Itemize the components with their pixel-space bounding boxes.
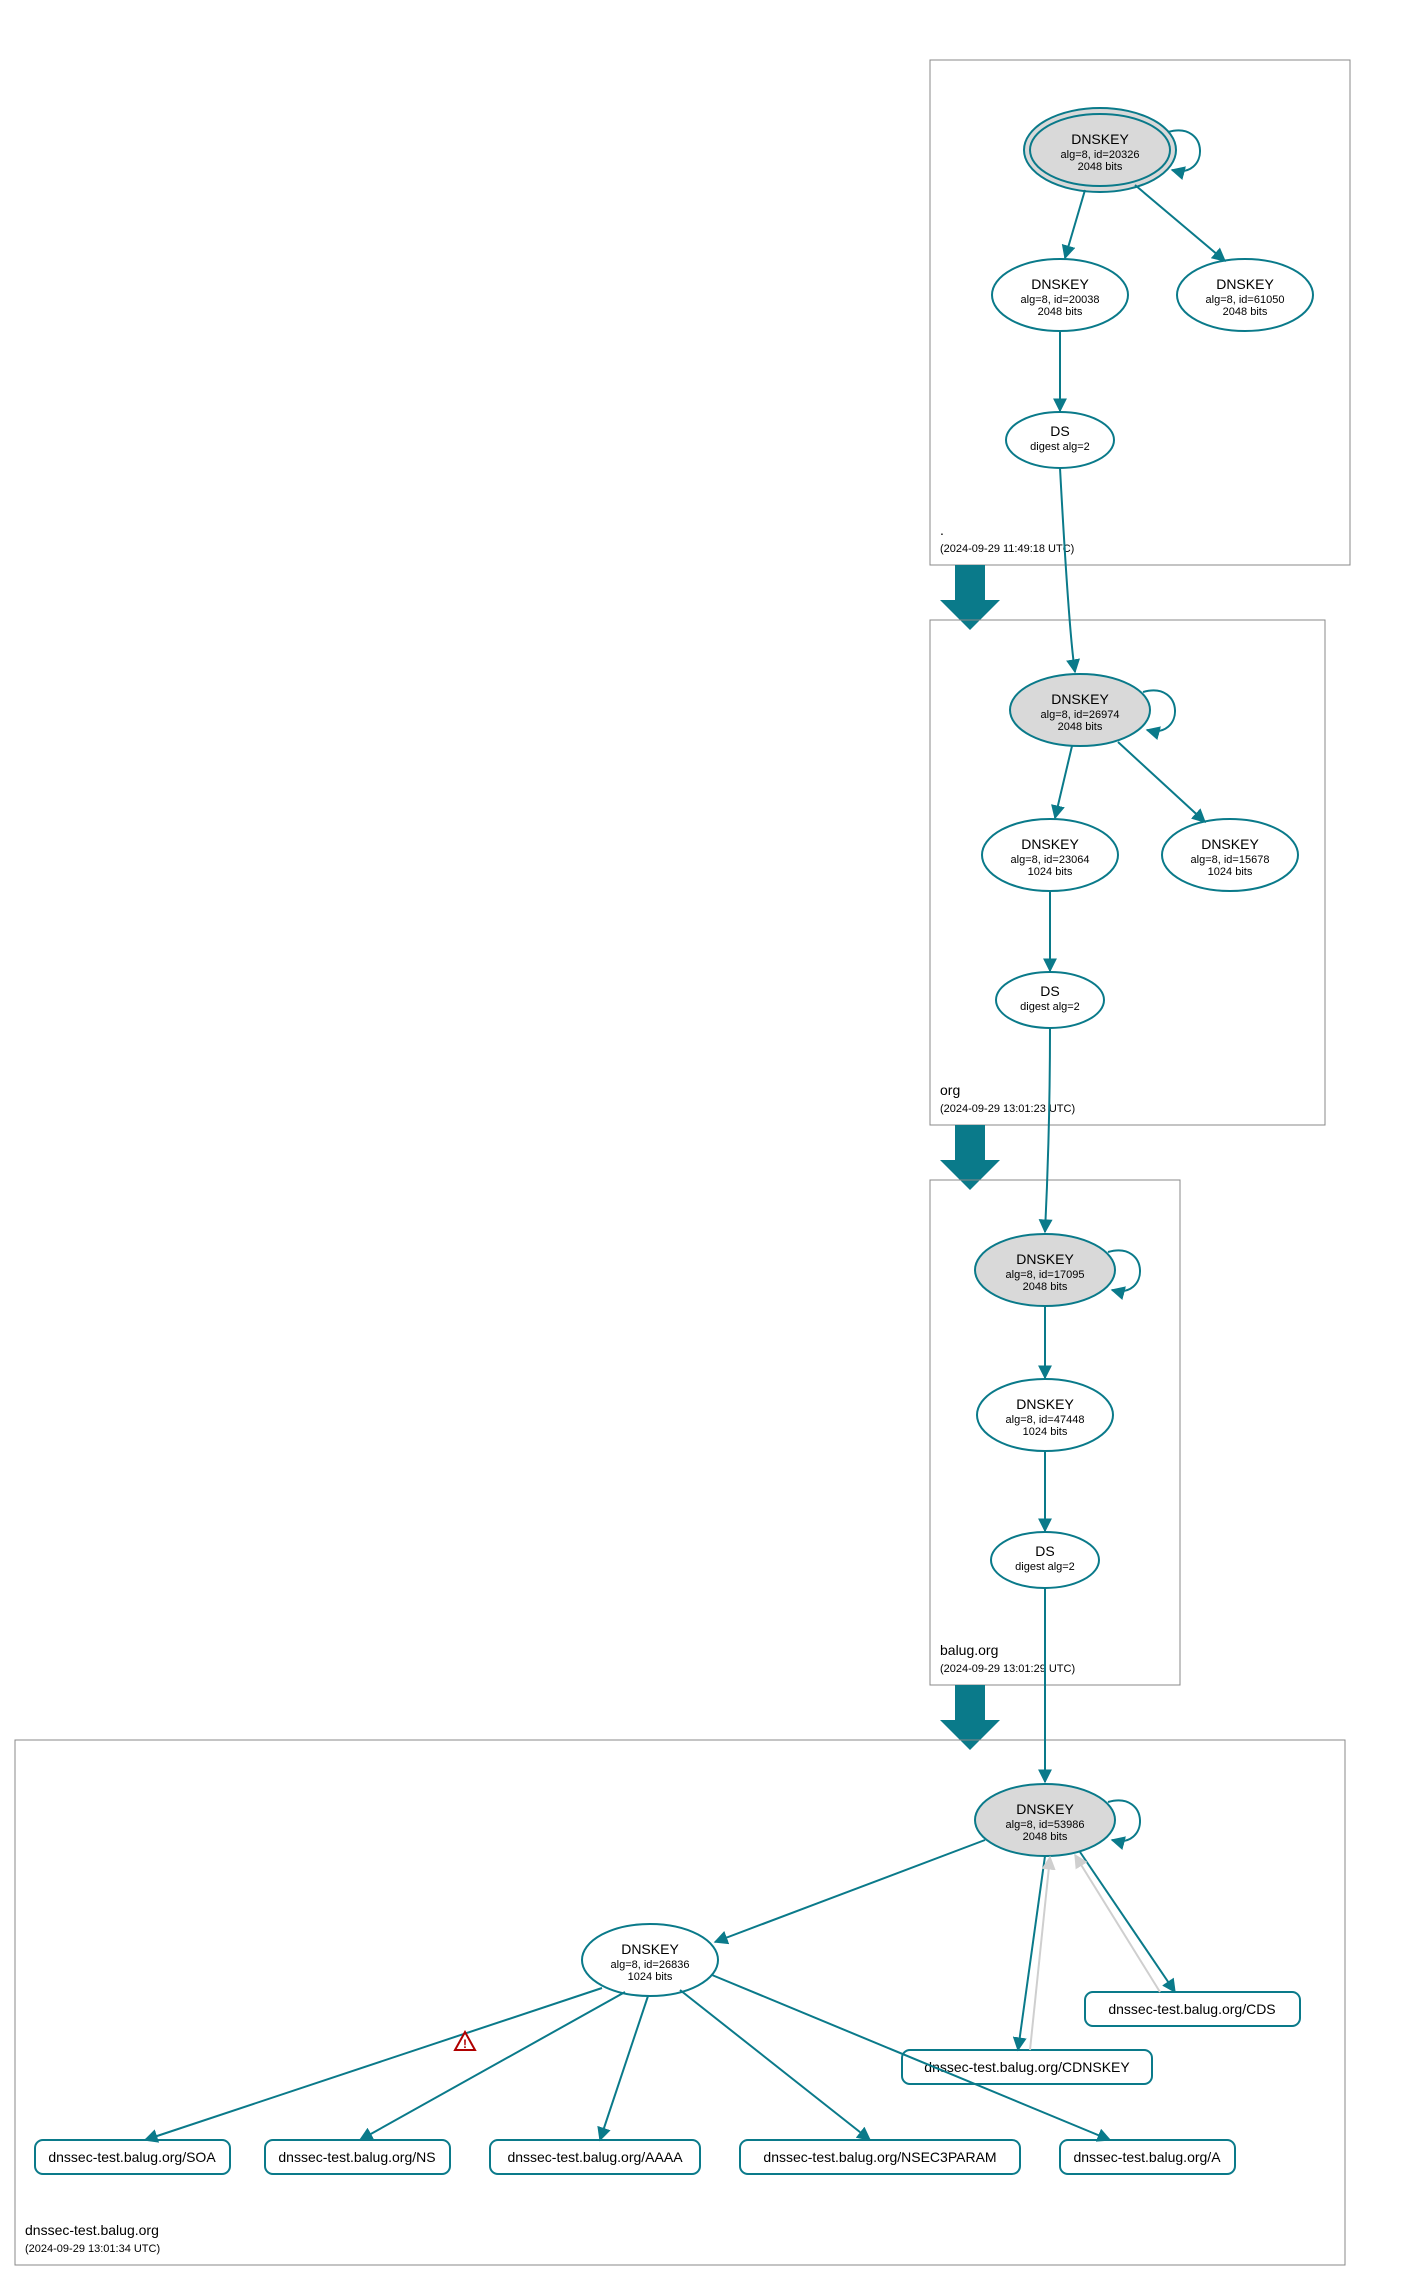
node-org-zsk2[interactable]: DNSKEY alg=8, id=15678 1024 bits (1162, 819, 1298, 891)
node-dt-aaaa[interactable]: dnssec-test.balug.org/AAAA (490, 2140, 700, 2174)
edge-cds-back (1075, 1855, 1160, 1992)
zone-root: . (2024-09-29 11:49:18 UTC) DNSKEY alg=8… (930, 60, 1350, 565)
svg-text:dnssec-test.balug.org/A: dnssec-test.balug.org/A (1073, 2149, 1221, 2165)
svg-text:1024 bits: 1024 bits (1028, 866, 1073, 878)
zone-balug-name: balug.org (940, 1642, 998, 1658)
svg-text:dnssec-test.balug.org/AAAA: dnssec-test.balug.org/AAAA (507, 2149, 683, 2165)
edge-zsk-aaaa (600, 1996, 648, 2140)
zone-root-timestamp: (2024-09-29 11:49:18 UTC) (940, 543, 1074, 555)
node-dt-ksk[interactable]: DNSKEY alg=8, id=53986 2048 bits (975, 1784, 1115, 1856)
edge-zsk-ns (360, 1992, 625, 2140)
svg-text:DNSKEY: DNSKEY (1051, 691, 1109, 707)
edge-orgds-balugksk (1045, 1028, 1050, 1232)
svg-text:alg=8, id=20326: alg=8, id=20326 (1061, 149, 1140, 161)
svg-text:alg=8, id=26836: alg=8, id=26836 (611, 1959, 690, 1971)
node-dt-soa[interactable]: dnssec-test.balug.org/SOA (35, 2140, 230, 2174)
svg-text:dnssec-test.balug.org/NSEC3PAR: dnssec-test.balug.org/NSEC3PARAM (763, 2149, 996, 2165)
node-dt-a[interactable]: dnssec-test.balug.org/A (1060, 2140, 1235, 2174)
svg-text:DNSKEY: DNSKEY (1016, 1251, 1074, 1267)
node-org-ds[interactable]: DS digest alg=2 (996, 972, 1104, 1028)
svg-text:digest alg=2: digest alg=2 (1030, 441, 1090, 453)
svg-text:alg=8, id=20038: alg=8, id=20038 (1021, 294, 1100, 306)
node-balug-ksk[interactable]: DNSKEY alg=8, id=17095 2048 bits (975, 1234, 1115, 1306)
svg-text:2048 bits: 2048 bits (1223, 306, 1268, 318)
svg-text:1024 bits: 1024 bits (1023, 1426, 1068, 1438)
node-root-zsk2[interactable]: DNSKEY alg=8, id=61050 2048 bits (1177, 259, 1313, 331)
svg-text:DNSKEY: DNSKEY (1016, 1801, 1074, 1817)
svg-text:2048 bits: 2048 bits (1078, 161, 1123, 173)
svg-text:DNSKEY: DNSKEY (1021, 836, 1079, 852)
edge-rootksk-zsk2 (1135, 185, 1225, 261)
svg-text:dnssec-test.balug.org/CDNSKEY: dnssec-test.balug.org/CDNSKEY (924, 2059, 1130, 2075)
svg-text:digest alg=2: digest alg=2 (1015, 1561, 1075, 1573)
node-dt-zsk[interactable]: DNSKEY alg=8, id=26836 1024 bits (582, 1924, 718, 1996)
svg-text:2048 bits: 2048 bits (1023, 1831, 1068, 1843)
node-dt-ns[interactable]: dnssec-test.balug.org/NS (265, 2140, 450, 2174)
edge-rootds-orgksk (1060, 468, 1075, 672)
zone-org-name: org (940, 1082, 960, 1098)
edge-zsk-nsec3 (680, 1990, 870, 2140)
edge-orgksk-zsk1 (1055, 746, 1072, 818)
svg-text:DNSKEY: DNSKEY (1016, 1396, 1074, 1412)
svg-text:DNSKEY: DNSKEY (1216, 276, 1274, 292)
svg-text:DS: DS (1035, 1543, 1054, 1559)
node-root-ksk[interactable]: DNSKEY alg=8, id=20326 2048 bits (1024, 108, 1176, 192)
zone-dt-timestamp: (2024-09-29 13:01:34 UTC) (25, 2243, 160, 2255)
svg-text:2048 bits: 2048 bits (1038, 306, 1083, 318)
node-dt-nsec3param[interactable]: dnssec-test.balug.org/NSEC3PARAM (740, 2140, 1020, 2174)
svg-text:alg=8, id=61050: alg=8, id=61050 (1206, 294, 1285, 306)
svg-text:2048 bits: 2048 bits (1023, 1281, 1068, 1293)
edge-zsk-soa (145, 1988, 602, 2140)
node-root-zsk1[interactable]: DNSKEY alg=8, id=20038 2048 bits (992, 259, 1128, 331)
svg-text:dnssec-test.balug.org/NS: dnssec-test.balug.org/NS (278, 2149, 435, 2165)
zone-org: org (2024-09-29 13:01:23 UTC) DNSKEY alg… (930, 468, 1325, 1125)
svg-text:dnssec-test.balug.org/SOA: dnssec-test.balug.org/SOA (48, 2149, 216, 2165)
svg-text:alg=8, id=26974: alg=8, id=26974 (1041, 709, 1120, 721)
svg-text:2048 bits: 2048 bits (1058, 721, 1103, 733)
zone-org-timestamp: (2024-09-29 13:01:23 UTC) (940, 1103, 1075, 1115)
edge-ksk-cds (1080, 1852, 1175, 1992)
svg-text:alg=8, id=23064: alg=8, id=23064 (1011, 854, 1090, 866)
zone-balug-timestamp: (2024-09-29 13:01:29 UTC) (940, 1663, 1075, 1675)
svg-text:alg=8, id=47448: alg=8, id=47448 (1006, 1414, 1085, 1426)
node-dt-cds[interactable]: dnssec-test.balug.org/CDS (1085, 1992, 1300, 2026)
svg-text:!: ! (463, 2037, 467, 2051)
zone-dnssectest: dnssec-test.balug.org (2024-09-29 13:01:… (15, 1588, 1345, 2265)
svg-text:DNSKEY: DNSKEY (1031, 276, 1089, 292)
svg-text:alg=8, id=53986: alg=8, id=53986 (1006, 1819, 1085, 1831)
svg-text:DS: DS (1050, 423, 1069, 439)
svg-text:alg=8, id=17095: alg=8, id=17095 (1006, 1269, 1085, 1281)
node-root-ds[interactable]: DS digest alg=2 (1006, 412, 1114, 468)
svg-text:DNSKEY: DNSKEY (621, 1941, 679, 1957)
node-balug-zsk[interactable]: DNSKEY alg=8, id=47448 1024 bits (977, 1379, 1113, 1451)
zone-dt-name: dnssec-test.balug.org (25, 2222, 159, 2238)
svg-text:digest alg=2: digest alg=2 (1020, 1001, 1080, 1013)
node-org-ksk[interactable]: DNSKEY alg=8, id=26974 2048 bits (1010, 674, 1150, 746)
edge-rootksk-zsk1 (1065, 190, 1085, 258)
zone-root-name: . (940, 522, 944, 538)
svg-text:dnssec-test.balug.org/CDS: dnssec-test.balug.org/CDS (1108, 2001, 1275, 2017)
svg-text:DNSKEY: DNSKEY (1071, 131, 1129, 147)
node-balug-ds[interactable]: DS digest alg=2 (991, 1532, 1099, 1588)
node-org-zsk1[interactable]: DNSKEY alg=8, id=23064 1024 bits (982, 819, 1118, 891)
edge-orgksk-zsk2 (1118, 742, 1205, 822)
edge-dtksk-zsk (715, 1840, 985, 1942)
svg-text:DNSKEY: DNSKEY (1201, 836, 1259, 852)
node-dt-cdnskey[interactable]: dnssec-test.balug.org/CDNSKEY (902, 2050, 1152, 2084)
svg-text:1024 bits: 1024 bits (1208, 866, 1253, 878)
svg-text:DS: DS (1040, 983, 1059, 999)
svg-text:1024 bits: 1024 bits (628, 1971, 673, 1983)
svg-text:alg=8, id=15678: alg=8, id=15678 (1191, 854, 1270, 866)
